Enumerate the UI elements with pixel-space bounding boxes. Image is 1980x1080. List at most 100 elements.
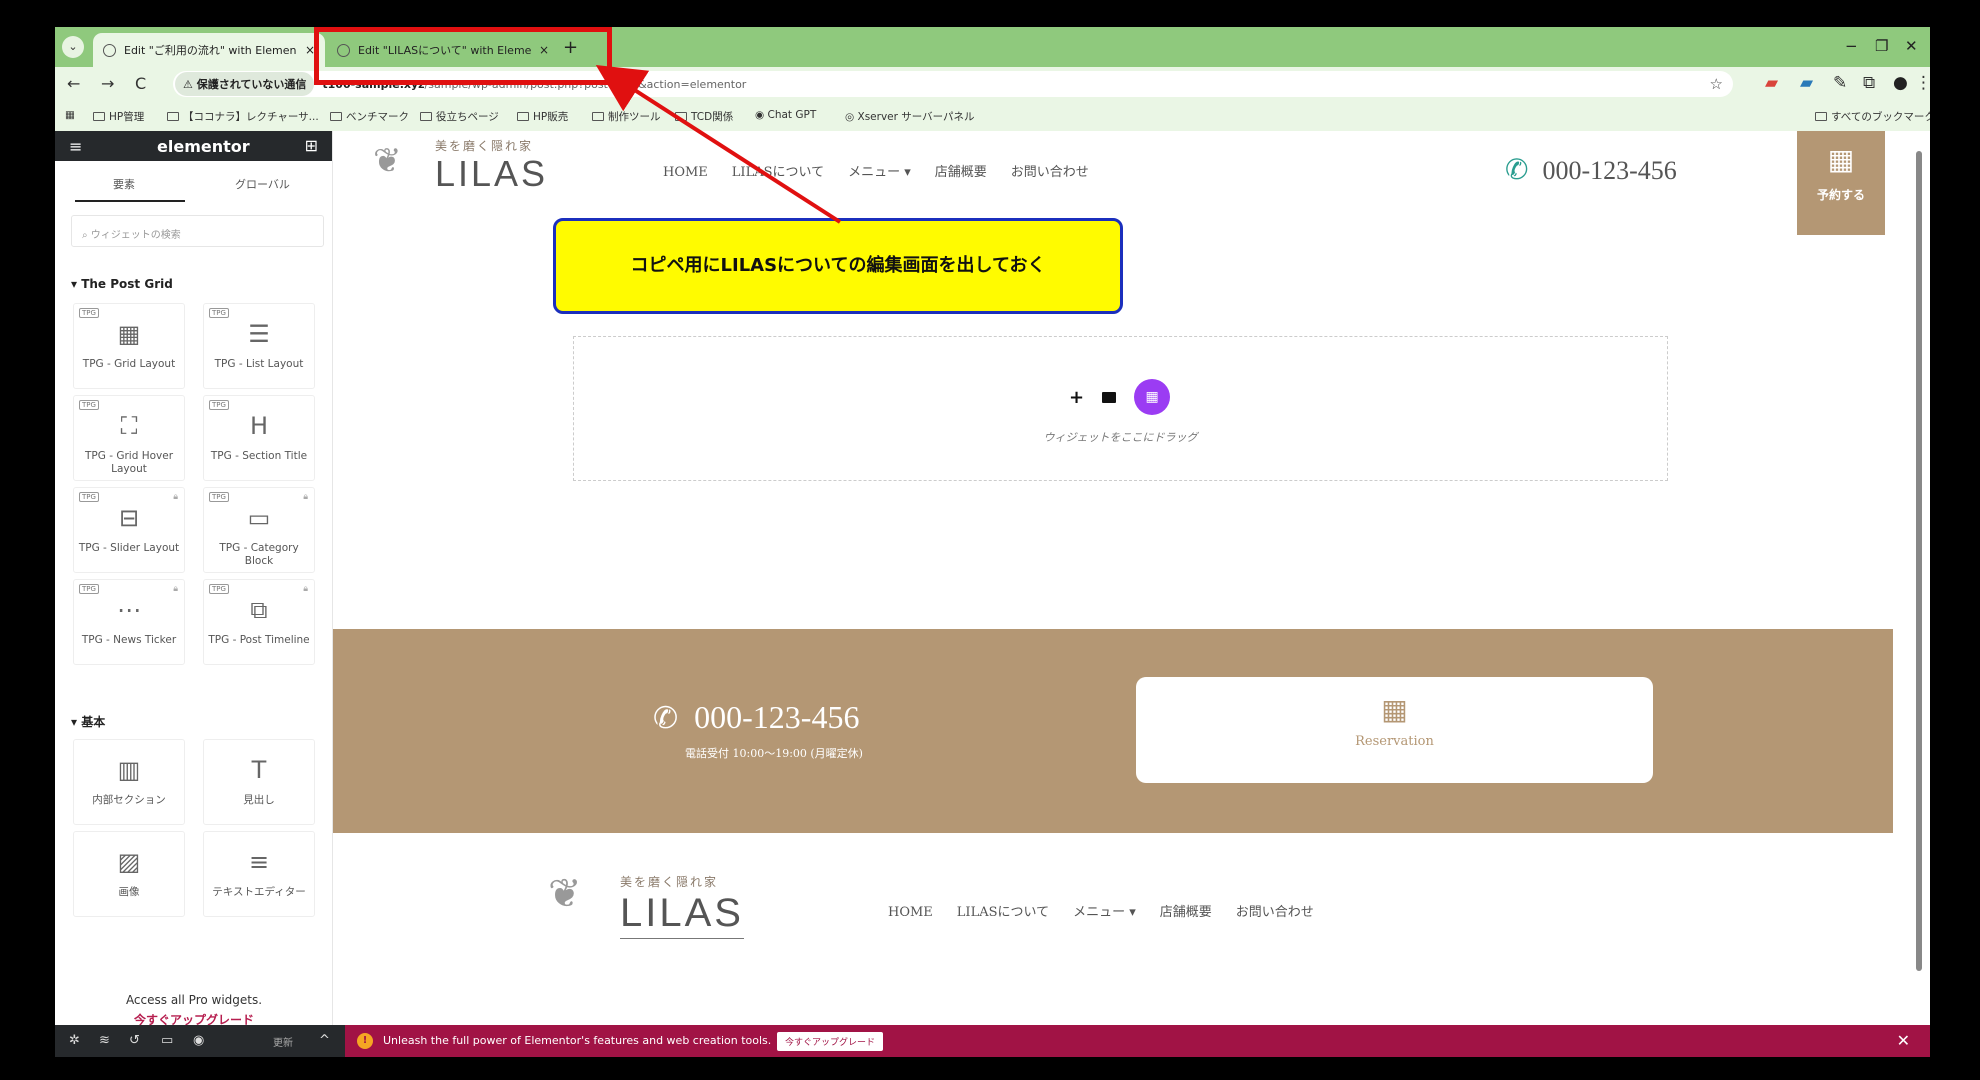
reserve-button[interactable]: ▦ 予約する xyxy=(1797,131,1885,235)
not-secure-badge[interactable]: ⚠ 保護されていない通信 xyxy=(175,72,315,96)
header-nav: HOME LILASについて メニュー ▾ 店舗概要 お問い合わせ xyxy=(663,161,1113,180)
bookmark-item[interactable]: HP管理 xyxy=(93,109,144,124)
kit-icon[interactable]: ▦ xyxy=(1134,379,1171,415)
bookmark-label: 制作ツール xyxy=(608,111,661,123)
tpg-badge: TPG xyxy=(79,400,99,410)
responsive-mode-icon[interactable]: ▭ xyxy=(161,1033,173,1048)
tab-edit-flow[interactable]: Edit "ご利用の流れ" with Elemen × xyxy=(93,33,325,67)
nav-shop-info[interactable]: 店舗概要 xyxy=(1160,905,1212,920)
widget-label: TPG - Grid Hover Layout xyxy=(84,450,174,475)
promo-close-icon[interactable]: ✕ xyxy=(1897,1031,1910,1050)
nav-contact[interactable]: お問い合わせ xyxy=(1011,165,1089,180)
site-logo[interactable]: LILAS xyxy=(435,153,548,195)
widget-label: 内部セクション xyxy=(92,794,166,806)
tpg-badge: TPG xyxy=(79,584,99,594)
all-bookmarks[interactable]: すべてのブックマーク xyxy=(1815,109,1930,124)
bookmark-label: HP管理 xyxy=(109,111,145,123)
widget-tile[interactable]: TPG 🔒︎ ⧉ TPG - Post Timeline xyxy=(203,579,315,665)
section-post-grid[interactable]: ▾ The Post Grid xyxy=(71,277,173,291)
tab-elements[interactable]: 要素 xyxy=(113,176,135,192)
bookmark-item[interactable]: ◉ Chat GPT xyxy=(755,109,816,121)
add-section-icon[interactable]: + xyxy=(1069,387,1084,408)
widget-tile[interactable]: TPG ▦ TPG - Grid Layout xyxy=(73,303,185,389)
folder-icon xyxy=(93,112,105,121)
update-button[interactable]: 更新 xyxy=(273,1034,293,1049)
timeline-icon: ⧉ xyxy=(250,596,268,624)
dropzone-text: ウィジェットをここにドラッグ xyxy=(1043,431,1198,444)
avatar[interactable]: ● xyxy=(1893,73,1908,93)
bookmark-item[interactable]: HP販売 xyxy=(517,109,568,124)
panel-tabs: 要素 グローバル xyxy=(55,161,332,203)
calendar-icon: ▦ xyxy=(1827,143,1855,176)
bookmark-item[interactable]: 【ココナラ】レクチャーサ... xyxy=(167,109,319,124)
bookmark-item[interactable]: TCD関係 xyxy=(675,109,733,124)
apps-icon[interactable]: ▦ xyxy=(65,109,75,121)
widget-tile[interactable]: TPG H TPG - Section Title xyxy=(203,395,315,481)
bookmark-label: 役立ちページ xyxy=(436,111,499,123)
hamburger-menu-icon[interactable]: ≡ xyxy=(69,137,82,156)
puzzle-icon[interactable]: ⧉ xyxy=(1863,73,1875,93)
widget-search-input[interactable]: ⌕ ウィジェットの検索 xyxy=(71,215,324,247)
bookmark-item[interactable]: 制作ツール xyxy=(592,109,661,124)
widget-tile[interactable]: T 見出し xyxy=(203,739,315,825)
logo-tagline: 美を磨く隠れ家 xyxy=(435,139,534,153)
widget-tile[interactable]: TPG ⛶ TPG - Grid Hover Layout xyxy=(73,395,185,481)
bookmark-item[interactable]: ベンチマーク xyxy=(330,109,409,124)
widget-tile[interactable]: TPG 🔒︎ ▭ TPG - Category Block xyxy=(203,487,315,573)
preview-eye-icon[interactable]: ◉ xyxy=(193,1033,204,1048)
extension-icon[interactable]: ▰ xyxy=(1765,73,1778,93)
window-close-button[interactable]: ✕ xyxy=(1905,37,1918,55)
extension-icon[interactable]: ▰ xyxy=(1800,73,1813,93)
back-button[interactable]: ← xyxy=(67,74,80,93)
pen-icon[interactable]: ✎ xyxy=(1833,73,1847,93)
kebab-menu-icon[interactable]: ⋮ xyxy=(1915,73,1930,93)
bookmark-label: HP販売 xyxy=(533,111,569,123)
leaf-logo-icon: ❦ xyxy=(373,141,402,181)
promo-upgrade-button[interactable]: 今すぐアップグレード xyxy=(777,1032,884,1051)
tab-search-icon[interactable]: ⌄ xyxy=(62,36,84,58)
nav-about[interactable]: LILASについて xyxy=(732,165,824,180)
canvas-scrollbar[interactable] xyxy=(1916,151,1922,971)
template-library-icon[interactable] xyxy=(1102,391,1117,403)
widget-tile[interactable]: ▥ 内部セクション xyxy=(73,739,185,825)
nav-shop-info[interactable]: 店舗概要 xyxy=(935,165,987,180)
reservation-card[interactable]: ▦ Reservation xyxy=(1136,677,1653,783)
footer-nav: HOME LILASについて メニュー ▾ 店舗概要 お問い合わせ xyxy=(888,901,1338,920)
minimize-button[interactable]: − xyxy=(1845,37,1858,55)
footer-logo[interactable]: LILAS xyxy=(620,891,744,939)
chevron-up-icon[interactable]: ^ xyxy=(319,1033,330,1048)
contact-band: ✆ 000-123-456 電話受付 10:00〜19:00 (月曜定休) ▦ R… xyxy=(333,629,1893,833)
tab-global[interactable]: グローバル xyxy=(235,176,290,192)
forward-button[interactable]: → xyxy=(101,74,114,93)
widget-tile[interactable]: ▨ 画像 xyxy=(73,831,185,917)
widget-tile[interactable]: TPG 🔒︎ ⊟ TPG - Slider Layout xyxy=(73,487,185,573)
elementor-logo: elementor xyxy=(157,137,250,156)
settings-gear-icon[interactable]: ✲ xyxy=(69,1033,80,1048)
widget-tile[interactable]: TPG ☰ TPG - List Layout xyxy=(203,303,315,389)
widget-tile[interactable]: ≡ テキストエディター xyxy=(203,831,315,917)
widget-label: TPG - Post Timeline xyxy=(208,634,310,646)
band-phone[interactable]: ✆ 000-123-456 xyxy=(653,699,859,736)
nav-menu[interactable]: メニュー ▾ xyxy=(848,165,911,180)
nav-menu[interactable]: メニュー ▾ xyxy=(1073,905,1136,920)
widget-drop-zone[interactable]: + ▦ ウィジェットをここにドラッグ xyxy=(573,336,1668,481)
heading-h-icon: H xyxy=(249,412,269,440)
bookmark-item[interactable]: ◎ Xserver サーバーパネル xyxy=(845,109,975,124)
text-editor-icon: ≡ xyxy=(248,848,270,876)
bookmark-star-icon[interactable]: ☆ xyxy=(1710,75,1723,93)
nav-contact[interactable]: お問い合わせ xyxy=(1236,905,1314,920)
widgets-grid-icon[interactable]: ⊞ xyxy=(305,136,318,155)
nav-home[interactable]: HOME xyxy=(888,905,933,920)
tpg-badge: TPG xyxy=(79,308,99,318)
nav-home[interactable]: HOME xyxy=(663,165,708,180)
widget-tile[interactable]: TPG 🔒︎ ⋯ TPG - News Ticker xyxy=(73,579,185,665)
nav-about[interactable]: LILASについて xyxy=(957,905,1049,920)
restore-button[interactable]: ❐ xyxy=(1875,37,1888,55)
widget-label: TPG - Grid Layout xyxy=(82,358,176,370)
bookmark-item[interactable]: 役立ちページ xyxy=(420,109,499,124)
navigator-layers-icon[interactable]: ≋ xyxy=(99,1033,110,1048)
section-basic[interactable]: ▾ 基本 xyxy=(71,713,105,730)
history-icon[interactable]: ↺ xyxy=(129,1033,140,1048)
header-phone[interactable]: ✆ 000-123-456 xyxy=(1505,153,1677,187)
reload-button[interactable]: C xyxy=(135,74,146,93)
